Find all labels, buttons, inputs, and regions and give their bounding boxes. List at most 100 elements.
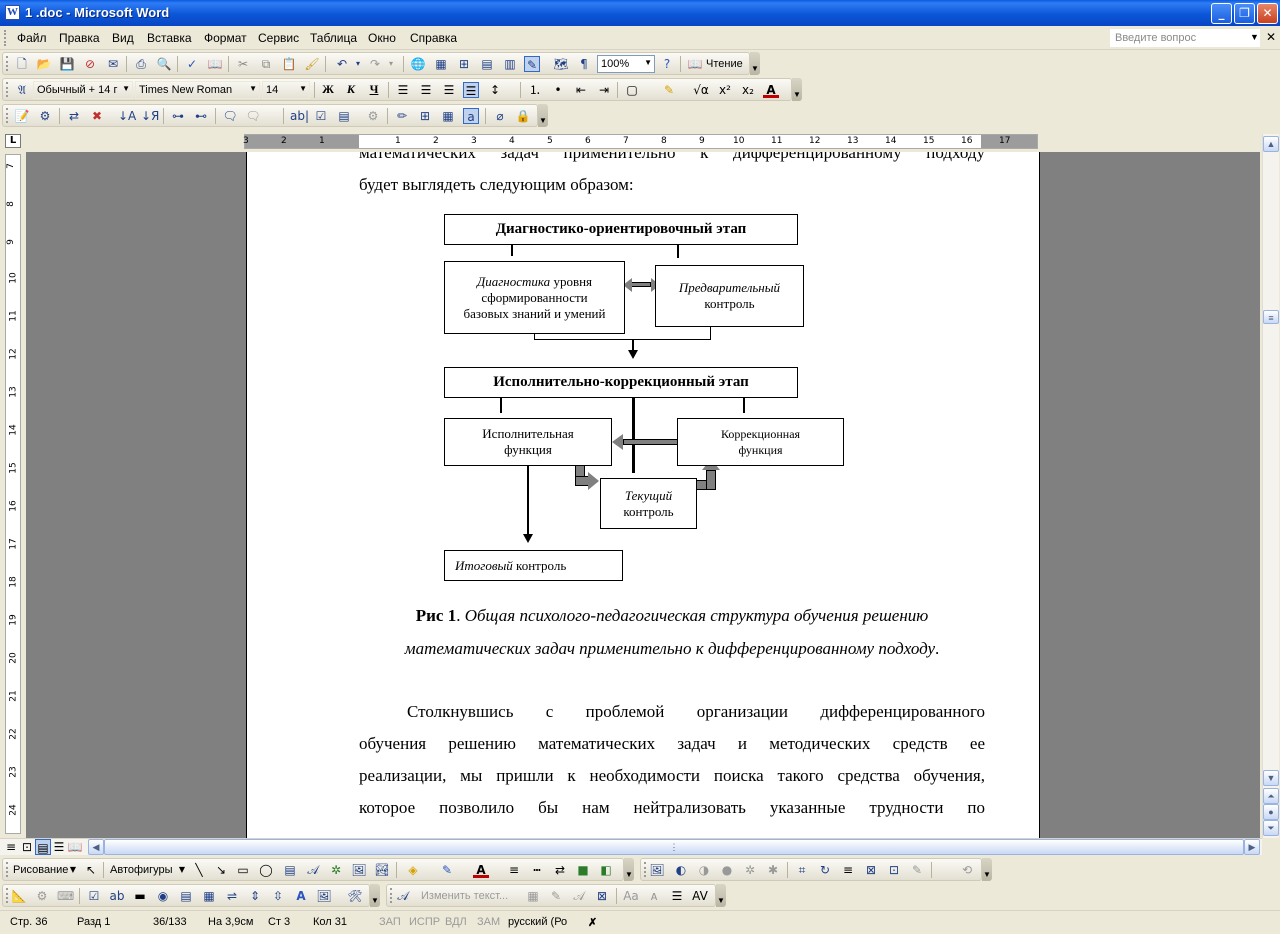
- picture-icon[interactable]: 🏞: [374, 862, 390, 878]
- picture-line-style-icon[interactable]: ≡: [840, 862, 856, 878]
- save-icon[interactable]: 💾: [59, 56, 75, 72]
- autoshapes-dropdown-icon[interactable]: ▼: [174, 862, 190, 878]
- decrease-indent-icon[interactable]: ⇤: [573, 82, 589, 98]
- cut-icon[interactable]: ✂: [235, 56, 251, 72]
- executive-stage-box[interactable]: Исполнительно-коррекционный этап: [444, 367, 798, 398]
- drawing-icon[interactable]: ✎: [524, 56, 540, 72]
- document-workspace[interactable]: математических задач применительно к диф…: [26, 152, 1260, 838]
- tab-selector[interactable]: L: [5, 134, 21, 148]
- diagram-icon[interactable]: ✲: [328, 862, 344, 878]
- help-dropdown-icon[interactable]: ▼: [1250, 32, 1259, 42]
- reset-picture-icon[interactable]: ⟲: [959, 862, 975, 878]
- wordart-align-icon[interactable]: ☰: [669, 888, 685, 904]
- comment-icon[interactable]: 🗨: [222, 108, 238, 124]
- toolbar-grip[interactable]: [6, 56, 9, 71]
- rectangle-tool-icon[interactable]: ▭: [235, 862, 251, 878]
- columns-icon[interactable]: ▥: [502, 56, 518, 72]
- status-overtype[interactable]: ЗАМ: [477, 916, 500, 928]
- minimize-button[interactable]: _: [1211, 3, 1232, 24]
- compress-icon[interactable]: ⊠: [863, 862, 879, 878]
- spelling-icon[interactable]: ✓: [184, 56, 200, 72]
- view-code-icon[interactable]: ⌨: [57, 888, 74, 904]
- next-page-icon[interactable]: ⏷: [1263, 820, 1279, 836]
- permission-icon[interactable]: ⊘: [82, 56, 98, 72]
- outline-view-icon[interactable]: ☰: [51, 839, 67, 855]
- font-color-icon[interactable]: A: [763, 82, 779, 98]
- email-icon[interactable]: ✉: [105, 56, 121, 72]
- checkbox-control-icon[interactable]: ☑: [86, 888, 102, 904]
- toolbar-options-icon[interactable]: ▼: [982, 858, 992, 881]
- subscript-icon[interactable]: x₂: [740, 82, 756, 98]
- textbox-tool-icon[interactable]: ▤: [282, 862, 298, 878]
- scrollbar-control-icon[interactable]: ⇳: [270, 888, 286, 904]
- diagnostic-stage-box[interactable]: Диагностико-ориентировочный этап: [444, 214, 798, 245]
- align-left-icon[interactable]: ☰: [395, 82, 411, 98]
- insert-table-2-icon[interactable]: ⊞: [417, 108, 433, 124]
- insert-frame-icon[interactable]: ▦: [440, 108, 456, 124]
- sort-desc-icon[interactable]: ↓Я: [141, 108, 159, 124]
- format-picture-icon[interactable]: ✎: [909, 862, 925, 878]
- format-wordart-icon[interactable]: ✎: [548, 888, 564, 904]
- toolbar-grip[interactable]: [390, 888, 393, 903]
- print-icon[interactable]: ⎙: [133, 56, 149, 72]
- menu-window[interactable]: Окно: [368, 31, 396, 45]
- menu-view[interactable]: Вид: [112, 31, 134, 45]
- scroll-left-icon[interactable]: ◀: [88, 839, 104, 855]
- select-objects-icon[interactable]: ↖: [83, 862, 99, 878]
- document-page[interactable]: математических задач применительно к диф…: [246, 152, 1040, 838]
- italic-button[interactable]: К: [343, 82, 359, 98]
- insert-table-icon[interactable]: ⊞: [456, 56, 472, 72]
- toolbar-options-icon[interactable]: ▼: [792, 78, 802, 101]
- show-hide-icon[interactable]: ¶: [576, 56, 592, 72]
- horizontal-scrollbar[interactable]: ≡ ⊡ ▤ ☰ 📖 ◀ ⋮ ▶: [0, 838, 1262, 855]
- less-contrast-icon[interactable]: ●: [719, 862, 735, 878]
- toolbar-options-icon[interactable]: ▼: [716, 884, 726, 907]
- increase-indent-icon[interactable]: ⇥: [596, 82, 612, 98]
- vertical-scrollbar[interactable]: ▲ ≡ ▼ ⏶ ● ⏷: [1262, 134, 1279, 838]
- toolbar-grip[interactable]: [6, 862, 9, 877]
- autoshapes-menu-button[interactable]: Автофигуры: [110, 864, 173, 876]
- toolbar-options-icon[interactable]: ▼: [750, 52, 760, 75]
- research-icon[interactable]: 📖: [207, 56, 223, 72]
- highlight-icon[interactable]: ✎: [661, 82, 677, 98]
- insert-picture-icon[interactable]: 🖼: [649, 862, 665, 878]
- fill-color-icon[interactable]: ◈: [405, 862, 421, 878]
- delete-comment-icon[interactable]: 🗨: [245, 108, 261, 124]
- toolbar-options-icon[interactable]: ▼: [624, 858, 634, 881]
- horizontal-scroll-thumb[interactable]: ⋮: [104, 839, 1244, 855]
- reject-change-icon[interactable]: ✖: [89, 108, 105, 124]
- status-record-macro[interactable]: ЗАП: [379, 916, 401, 928]
- control-properties-icon[interactable]: ⚙: [34, 888, 50, 904]
- protect-form-icon[interactable]: 🔒: [515, 108, 531, 124]
- status-extend-selection[interactable]: ВДЛ: [445, 916, 467, 928]
- crop-icon[interactable]: ⌗: [794, 862, 810, 878]
- line-spacing-icon[interactable]: ↕: [487, 82, 503, 98]
- spelling-status-icon[interactable]: ✗: [588, 916, 597, 929]
- edit-icon[interactable]: 📝: [14, 108, 30, 124]
- spin-button-icon[interactable]: ⇕: [247, 888, 263, 904]
- menu-tools[interactable]: Сервис: [258, 31, 299, 45]
- insert-wordart-icon[interactable]: 𝒜: [395, 888, 411, 904]
- normal-view-icon[interactable]: ≡: [3, 839, 19, 855]
- field-shading-icon[interactable]: a: [463, 108, 479, 124]
- drawing-menu-button[interactable]: Рисование: [13, 864, 68, 876]
- bullets-icon[interactable]: •: [550, 82, 566, 98]
- document-close-icon[interactable]: ✕: [1266, 30, 1276, 44]
- style-select[interactable]: Обычный + 14 г ▼: [33, 81, 133, 99]
- combobox-control-icon[interactable]: ▦: [201, 888, 217, 904]
- tables-borders-icon[interactable]: ▦: [433, 56, 449, 72]
- more-controls-icon[interactable]: 🛠: [347, 888, 363, 904]
- toolbar-options-icon[interactable]: ▼: [370, 884, 380, 907]
- arrow-tool-icon[interactable]: ↘: [213, 862, 229, 878]
- wordart-spacing-icon[interactable]: AV: [692, 888, 708, 904]
- horizontal-ruler[interactable]: 3 2 1 1 2 3 4 5 6 7 8 9 10 11 12 13 14 1…: [243, 134, 1038, 149]
- label-control-icon[interactable]: A: [293, 888, 309, 904]
- styles-icon[interactable]: 𝔄: [14, 82, 30, 98]
- status-language[interactable]: русский (Ро: [508, 916, 567, 928]
- font-size-select[interactable]: 14 ▼: [262, 81, 310, 99]
- read-button[interactable]: Чтение: [706, 58, 743, 70]
- checkbox-field-icon[interactable]: ☑: [313, 108, 329, 124]
- previous-page-icon[interactable]: ⏶: [1263, 788, 1279, 804]
- numbering-icon[interactable]: ⒈: [527, 82, 543, 98]
- menu-insert[interactable]: Вставка: [147, 31, 192, 45]
